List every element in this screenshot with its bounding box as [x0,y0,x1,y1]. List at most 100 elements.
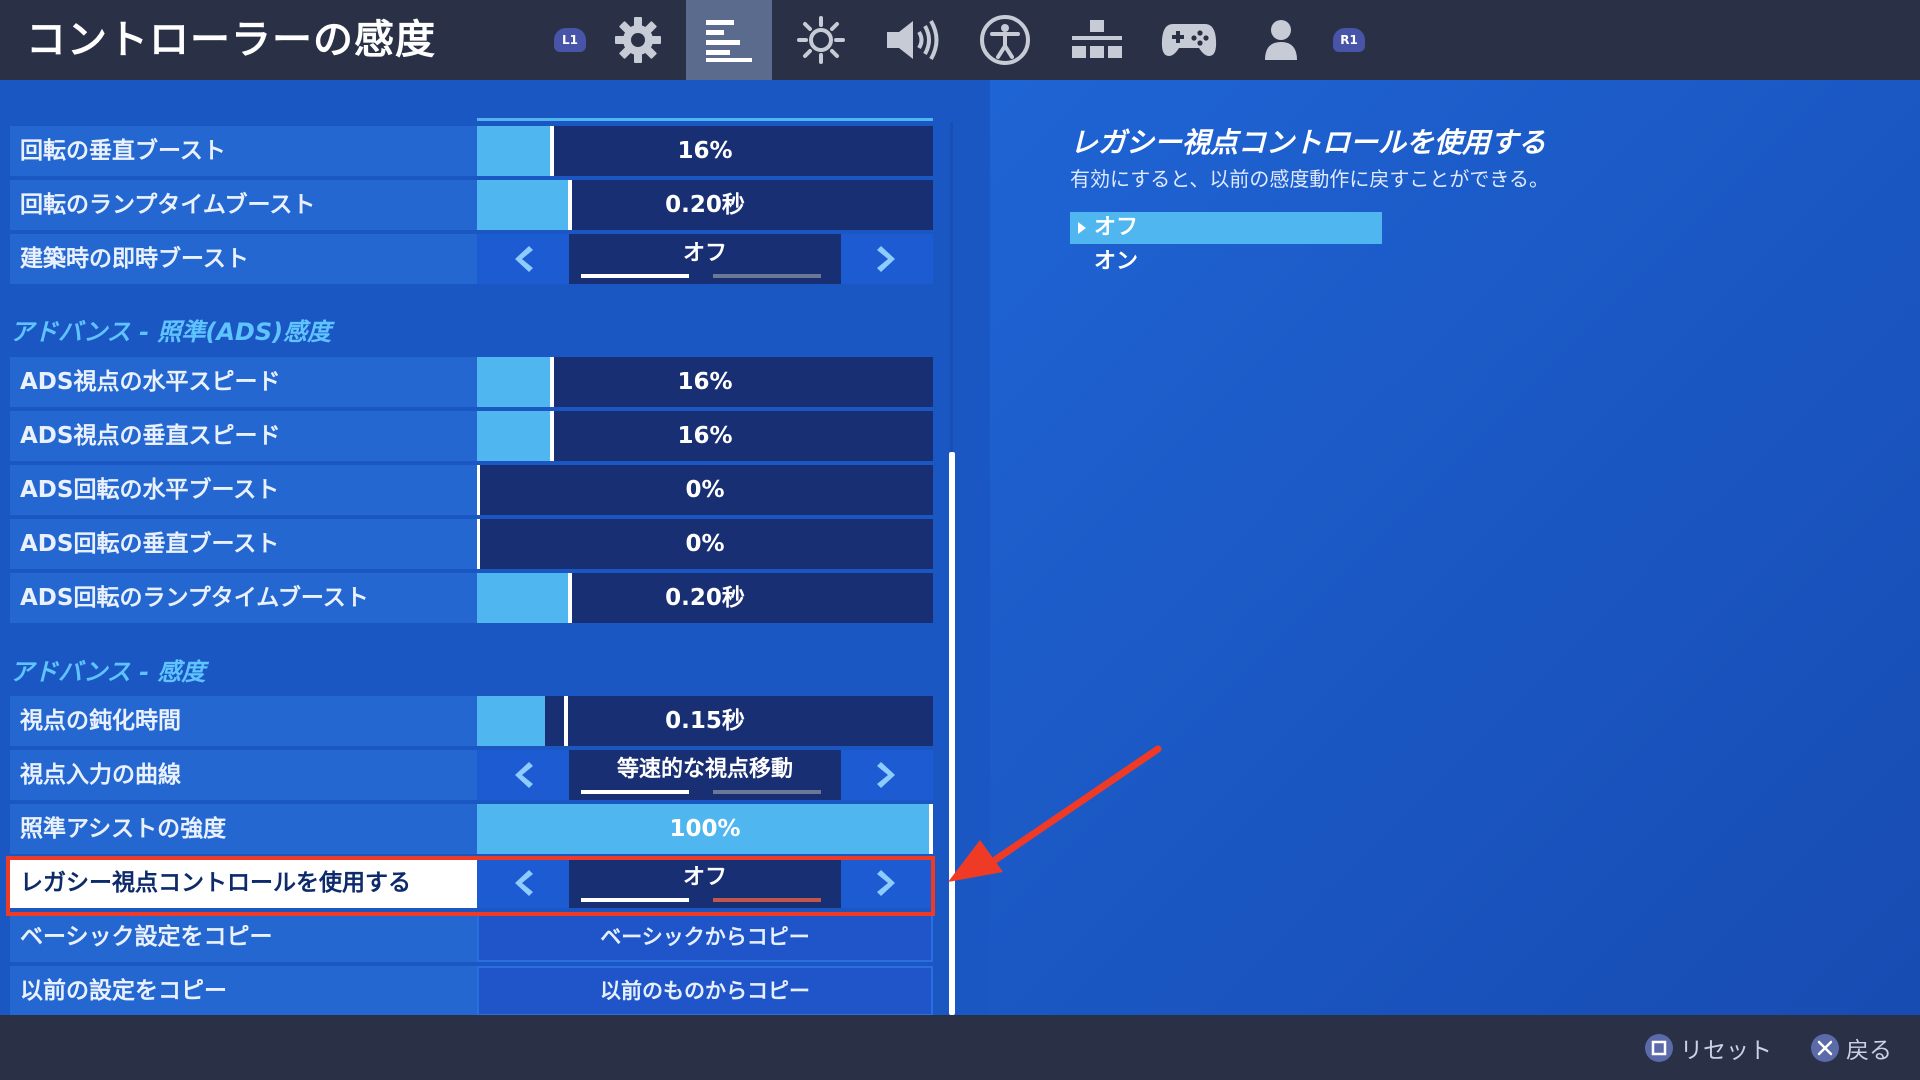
reset-button[interactable]: リセット [1644,1030,1772,1066]
tab-controller-sensitivity[interactable] [686,0,772,80]
option-indicator-inactive [713,898,821,902]
option-indicator-inactive [713,274,821,278]
setting-label: ADS回転の垂直ブースト [10,519,477,569]
setting-row-ads-rotation-horizontal-boost[interactable]: ADS回転の水平ブースト 0% [10,465,933,515]
accessibility-icon [980,15,1030,65]
tab-accessibility[interactable] [962,0,1048,80]
setting-label: ベーシック設定をコピー [10,912,477,962]
caret-right-icon [1078,222,1086,234]
option-value: 等速的な視点移動 [616,757,793,782]
gear-icon [615,17,661,63]
setting-label: 建築時の即時ブースト [10,234,477,284]
setting-row-aim-assist-strength[interactable]: 照準アシストの強度 100% [10,804,933,854]
setting-row-copy-previous-settings[interactable]: 以前の設定をコピー 以前のものからコピー [10,966,933,1016]
tab-brightness[interactable] [778,0,864,80]
setting-row-copy-basic-settings[interactable]: ベーシック設定をコピー ベーシックからコピー [10,912,933,962]
back-button[interactable]: 戻る [1810,1030,1892,1066]
detail-option-label: オフ [1094,215,1139,240]
chevron-right-icon [877,870,895,896]
setting-row-instant-build-boost[interactable]: 建築時の即時ブースト オフ [10,234,933,284]
slider[interactable]: 0.15秒 [477,696,933,746]
section-title-advanced-sensitivity: アドバンス - 感度 [10,658,206,686]
setting-label: 以前の設定をコピー [10,966,477,1016]
option-display: 等速的な視点移動 [569,750,841,800]
user-icon [1265,20,1297,60]
setting-row-rotation-ramp-time-boost[interactable]: 回転のランプタイムブースト 0.20秒 [10,180,933,230]
setting-label: 視点の鈍化時間 [10,696,477,746]
previous-option-button[interactable] [477,750,569,800]
tab-building[interactable] [1054,0,1140,80]
option-selector[interactable]: オフ [477,234,933,284]
option-indicator-inactive [713,790,821,794]
detail-option-off[interactable]: オフ [1070,212,1382,244]
reset-label: リセット [1680,1038,1772,1064]
page-title: コントローラーの感度 [26,17,436,63]
build-blocks-icon [1072,20,1122,58]
slider[interactable]: 0.20秒 [477,573,933,623]
chevron-right-icon [877,246,895,272]
setting-label: ADS回転のランプタイムブースト [10,573,477,623]
previous-option-button[interactable] [477,234,569,284]
slider-value: 100% [669,816,741,842]
tab-game-settings[interactable] [595,0,681,80]
square-button-icon [1645,1034,1673,1062]
setting-row-look-damping-time[interactable]: 視点の鈍化時間 0.15秒 [10,696,933,746]
setting-row-ads-rotation-ramp-time-boost[interactable]: ADS回転のランプタイムブースト 0.20秒 [10,573,933,623]
setting-label: ADS視点の垂直スピード [10,411,477,461]
copy-from-previous-button[interactable]: 以前のものからコピー [477,966,933,1016]
option-display: オフ [569,234,841,284]
detail-description: 有効にすると、以前の感度動作に戻すことができる。 [1070,167,1549,191]
slider[interactable]: 0% [477,519,933,569]
back-label: 戻る [1846,1038,1892,1064]
slider[interactable]: 100% [477,804,933,854]
detail-option-on[interactable]: オン [1070,246,1382,278]
next-option-button[interactable] [841,750,933,800]
setting-label: レガシー視点コントロールを使用する [10,858,477,908]
slider[interactable]: 0.20秒 [477,180,933,230]
next-option-button[interactable] [841,234,933,284]
tab-r1-bumper[interactable]: R1 [1306,0,1392,80]
brightness-icon [797,16,845,64]
l1-bumper-icon: L1 [554,28,586,52]
slider[interactable]: 0% [477,465,933,515]
slider-value: 16% [677,369,733,395]
option-selector[interactable]: オフ [477,858,933,908]
speaker-icon [887,19,939,61]
scrollbar-thumb[interactable] [949,452,955,1015]
setting-row-rotation-vertical-boost[interactable]: 回転の垂直ブースト 16% [10,126,933,176]
list-settings-icon [706,20,752,62]
tab-controller[interactable] [1146,0,1232,80]
slider-value: 0.20秒 [665,585,745,611]
detail-title: レガシー視点コントロールを使用する [1070,126,1547,159]
slider[interactable]: 16% [477,357,933,407]
cross-button-icon [1811,1034,1839,1062]
option-indicator-active [581,898,689,902]
setting-row-ads-horizontal-speed[interactable]: ADS視点の水平スピード 16% [10,357,933,407]
option-selector[interactable]: 等速的な視点移動 [477,750,933,800]
setting-row-look-input-curve[interactable]: 視点入力の曲線 等速的な視点移動 [10,750,933,800]
slider-value: 16% [677,423,733,449]
setting-row-ads-rotation-vertical-boost[interactable]: ADS回転の垂直ブースト 0% [10,519,933,569]
top-bar: コントローラーの感度 L1 R1 [0,0,1920,80]
option-indicator-active [581,790,689,794]
slider-value: 0% [685,531,725,557]
setting-row-legacy-look-controls[interactable]: レガシー視点コントロールを使用する オフ [10,858,933,908]
setting-label: ADS視点の水平スピード [10,357,477,407]
chevron-left-icon [515,246,533,272]
chevron-left-icon [515,870,533,896]
setting-row-ads-vertical-speed[interactable]: ADS視点の垂直スピード 16% [10,411,933,461]
previous-option-button[interactable] [477,858,569,908]
copy-from-basic-button[interactable]: ベーシックからコピー [477,912,933,962]
slider-value: 16% [677,138,733,164]
setting-label: 照準アシストの強度 [10,804,477,854]
option-display: オフ [569,858,841,908]
slider-value: 0.15秒 [665,708,745,734]
detail-option-label: オン [1094,249,1139,274]
bottom-bar [0,1015,1920,1080]
slider[interactable]: 16% [477,411,933,461]
setting-label: 回転の垂直ブースト [10,126,477,176]
next-option-button[interactable] [841,858,933,908]
setting-label: 視点入力の曲線 [10,750,477,800]
tab-audio[interactable] [870,0,956,80]
slider[interactable]: 16% [477,126,933,176]
